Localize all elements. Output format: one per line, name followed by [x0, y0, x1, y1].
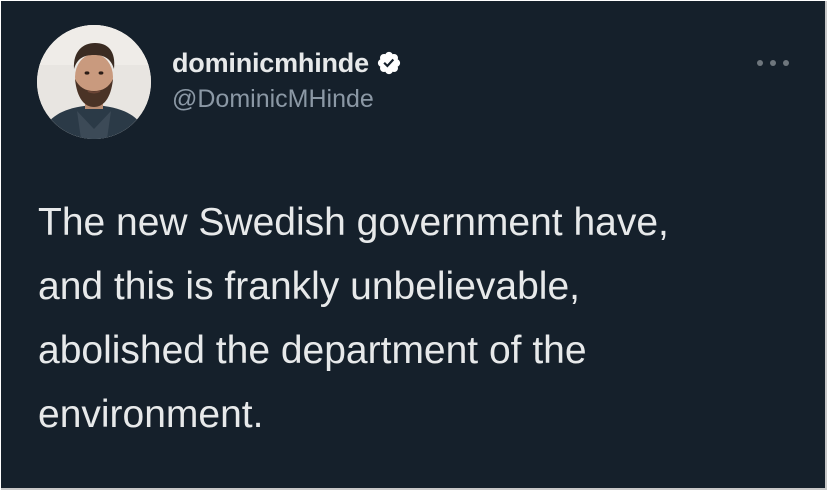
user-handle[interactable]: @DominicMHinde	[172, 85, 402, 114]
display-name-row: dominicmhinde	[172, 45, 402, 81]
tweet-text-line: and this is frankly unbelievable,	[38, 265, 580, 308]
tweet-card: dominicmhinde @DominicMHinde The new Swe…	[1, 1, 827, 490]
more-dot	[757, 60, 763, 66]
avatar[interactable]	[37, 25, 151, 139]
more-options-icon[interactable]	[755, 51, 791, 75]
display-name[interactable]: dominicmhinde	[172, 48, 369, 79]
user-info: dominicmhinde @DominicMHinde	[172, 45, 402, 114]
tweet-text-line: environment.	[38, 393, 264, 436]
more-dot	[770, 60, 776, 66]
tweet-text: The new Swedish government have, and thi…	[38, 191, 808, 447]
tweet-text-line: abolished the department of the	[38, 329, 587, 372]
verified-badge-icon	[377, 51, 401, 75]
avatar-photo	[37, 25, 151, 139]
more-dot	[783, 60, 789, 66]
tweet-text-line: The new Swedish government have,	[38, 201, 669, 244]
